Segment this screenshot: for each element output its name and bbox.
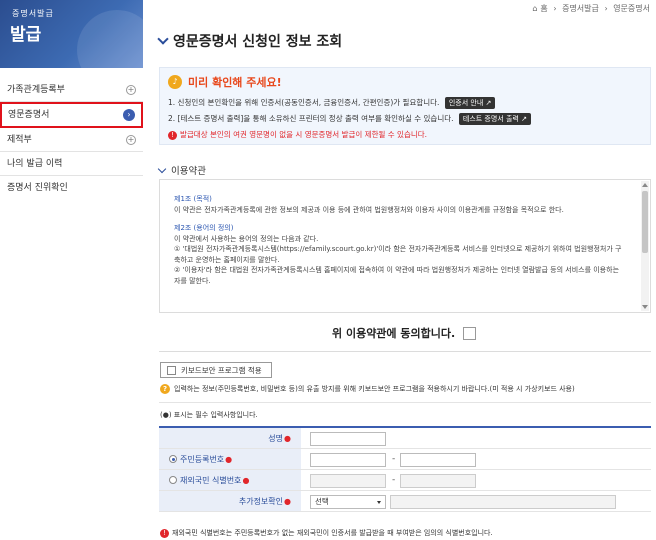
terms-article-2-title: 제2조 (용어의 정의) bbox=[174, 224, 234, 232]
rrn-label[interactable]: 주민등록번호 ● bbox=[159, 449, 301, 469]
sidebar-item-label: 가족관계등록부 bbox=[7, 85, 65, 95]
sidebar-item-label: 증명서 진위확인 bbox=[7, 183, 68, 193]
form-row-extra-info: 추가정보확인 ● 선택 bbox=[159, 491, 651, 512]
terms-article-1-title: 제1조 (목적) bbox=[174, 195, 212, 203]
breadcrumb: ⌂ 홈 › 증명서발급 › 영문증명서 bbox=[529, 3, 650, 14]
warning-icon: ! bbox=[168, 131, 177, 140]
required-mark: ● bbox=[225, 454, 233, 464]
form-row-foreign-id: 재외국민 식별번호 ● - bbox=[159, 470, 651, 491]
test-certificate-print-button[interactable]: 테스트 증명서 출력 ↗ bbox=[458, 113, 531, 125]
applicant-form: 성명 ● 주민등록번호 ● - 재외국민 식별번호 ● - 추가정보확인 ● 선택 bbox=[159, 426, 651, 512]
chevron-right-icon[interactable]: › bbox=[123, 109, 135, 121]
expand-icon[interactable]: + bbox=[126, 135, 136, 145]
keyboard-security-button[interactable]: 키보드보안 프로그램 적용 bbox=[160, 362, 272, 378]
form-row-rrn: 주민등록번호 ● - bbox=[159, 449, 651, 470]
divider bbox=[159, 402, 651, 403]
keyboard-security-checkbox[interactable] bbox=[167, 365, 176, 375]
breadcrumb-separator: › bbox=[553, 4, 557, 13]
terms-scroll-box[interactable]: 제1조 (목적) 이 약관은 전자가족관계등록에 관한 정보의 제공과 이용 등… bbox=[159, 179, 651, 313]
sidebar-item-label: 영문증명서 bbox=[8, 110, 50, 120]
chevron-down-icon bbox=[377, 501, 381, 504]
rrn-label-text: 주민등록번호 bbox=[180, 454, 225, 464]
notice-line-2: 2. [테스트 증명서 출력]을 통해 소유하신 프린터의 정상 출력 여부를 … bbox=[168, 113, 531, 125]
question-icon: ? bbox=[160, 384, 170, 394]
notice-title: 미리 확인해 주세요! bbox=[188, 76, 282, 89]
notice-header: ♪ 미리 확인해 주세요! bbox=[168, 74, 282, 90]
form-row-name: 성명 ● bbox=[159, 428, 651, 449]
required-note: (●) 표시는 필수 입력사항입니다. bbox=[160, 411, 258, 419]
extra-info-select-value: 선택 bbox=[315, 497, 329, 506]
required-mark: ● bbox=[284, 433, 291, 443]
notice-warning: ! 발급대상 본인의 여권 영문명이 없을 시 영문증명서 발급이 제한될 수 있… bbox=[168, 129, 427, 140]
breadcrumb-home[interactable]: 홈 bbox=[540, 4, 547, 13]
sidebar-menu: 가족관계등록부 + 영문증명서 › 제적부 + 나의 발급 이력 증명서 진위확… bbox=[0, 78, 143, 200]
keyboard-security-label: 키보드보안 프로그램 적용 bbox=[181, 365, 262, 375]
foreign-id-label-text: 재외국민 식별번호 bbox=[180, 475, 242, 485]
divider bbox=[159, 351, 651, 352]
banner-decoration bbox=[77, 10, 143, 68]
sidebar-item-label: 제적부 bbox=[7, 135, 32, 145]
banner-subtitle: 증명서발급 bbox=[12, 9, 54, 18]
name-input[interactable] bbox=[310, 432, 386, 446]
sidebar-item-issue-history[interactable]: 나의 발급 이력 bbox=[0, 152, 143, 176]
bell-icon: ♪ bbox=[168, 75, 182, 89]
page-title: 영문증명서 신청인 정보 조회 bbox=[173, 34, 343, 50]
warning-icon: ! bbox=[160, 528, 169, 538]
rrn-radio[interactable] bbox=[169, 455, 177, 463]
keyboard-security-hint: ? 입력하는 정보(주민등록번호, 비밀번호 등)의 유출 방지를 위해 키보드… bbox=[160, 384, 575, 394]
name-label-text: 성명 bbox=[268, 433, 284, 443]
notice-line-1: 1. 신청인의 본인확인을 위해 인증서(공동인증서, 금융인증서, 간편인증)… bbox=[168, 97, 496, 109]
terms-scrollbar[interactable] bbox=[641, 181, 649, 311]
terms-article-2-intro: 이 약관에서 사용하는 용어의 정의는 다음과 같다. bbox=[174, 234, 319, 243]
foreign-id-dash: - bbox=[392, 475, 396, 485]
banner-title: 발급 bbox=[10, 25, 42, 45]
foreign-id-front-input[interactable] bbox=[310, 474, 386, 488]
sidebar-item-certificate-verification[interactable]: 증명서 진위확인 bbox=[0, 176, 143, 200]
terms-content: 제1조 (목적) 이 약관은 전자가족관계등록에 관한 정보의 제공과 이용 등… bbox=[160, 180, 650, 286]
notice-line-1-text: 1. 신청인의 본인확인을 위해 인증서(공동인증서, 금융인증서, 간편인증)… bbox=[168, 98, 440, 107]
extra-info-input[interactable] bbox=[390, 495, 616, 509]
terms-heading: 이용약관 bbox=[159, 163, 206, 177]
terms-article-2-item-2: ② '이용자'라 함은 대법원 전자가족관계등록시스템 홈페이지에 접속하여 이… bbox=[174, 266, 620, 285]
foreign-id-footnote-text: 재외국민 식별번호는 주민등록번호가 없는 재외국민이 인증서를 발급받을 때 … bbox=[172, 529, 493, 537]
foreign-id-back-input[interactable] bbox=[400, 474, 476, 488]
extra-info-select[interactable]: 선택 bbox=[310, 495, 386, 509]
breadcrumb-level2: 영문증명서 bbox=[613, 4, 650, 13]
notice-warning-text: 발급대상 본인의 여권 영문명이 없을 시 영문증명서 발급이 제한될 수 있습… bbox=[180, 130, 428, 139]
scroll-up-icon[interactable] bbox=[642, 183, 648, 187]
notice-box: ♪ 미리 확인해 주세요! 1. 신청인의 본인확인을 위해 인증서(공동인증서… bbox=[159, 67, 651, 145]
scroll-down-icon[interactable] bbox=[642, 305, 648, 309]
expand-icon[interactable]: + bbox=[126, 85, 136, 95]
breadcrumb-level1[interactable]: 증명서발급 bbox=[562, 4, 599, 13]
rrn-back-input[interactable] bbox=[400, 453, 476, 467]
rrn-dash: - bbox=[392, 454, 396, 464]
required-mark: ● bbox=[242, 475, 250, 485]
sidebar: 증명서발급 발급 가족관계등록부 + 영문증명서 › 제적부 + 나의 발급 이… bbox=[0, 0, 143, 540]
terms-agree: 위 이용약관에 동의합니다. bbox=[332, 325, 477, 341]
terms-article-1-body: 이 약관은 전자가족관계등록에 관한 정보의 제공과 이용 등에 관하여 법원행… bbox=[174, 205, 564, 214]
sidebar-item-label: 나의 발급 이력 bbox=[7, 159, 63, 169]
name-label: 성명 ● bbox=[159, 428, 301, 448]
home-icon[interactable]: ⌂ bbox=[532, 4, 537, 13]
sidebar-item-removal-register[interactable]: 제적부 + bbox=[0, 128, 143, 152]
sidebar-item-english-certificate[interactable]: 영문증명서 › bbox=[0, 102, 143, 128]
notice-line-2-text: 2. [테스트 증명서 출력]을 통해 소유하신 프린터의 정상 출력 여부를 … bbox=[168, 114, 454, 123]
rrn-front-input[interactable] bbox=[310, 453, 386, 467]
terms-agree-label: 위 이용약관에 동의합니다. bbox=[332, 327, 456, 340]
keyboard-security-hint-text: 입력하는 정보(주민등록번호, 비밀번호 등)의 유출 방지를 위해 키보드보안… bbox=[174, 385, 575, 393]
extra-info-label-text: 추가정보확인 bbox=[238, 496, 284, 506]
foreign-id-footnote: ! 재외국민 식별번호는 주민등록번호가 없는 재외국민이 인증서를 발급받을 … bbox=[160, 528, 493, 538]
sidebar-item-family-register[interactable]: 가족관계등록부 + bbox=[0, 78, 143, 102]
foreign-id-radio[interactable] bbox=[169, 476, 177, 484]
certificate-guide-button[interactable]: 인증서 안내 ↗ bbox=[444, 97, 496, 109]
terms-article-2-item-1: ① '대법원 전자가족관계등록시스템(https://efamily.scour… bbox=[174, 245, 622, 264]
required-mark: ● bbox=[284, 496, 291, 506]
foreign-id-label[interactable]: 재외국민 식별번호 ● bbox=[159, 470, 301, 490]
sidebar-banner: 증명서발급 발급 bbox=[0, 0, 143, 68]
title-chevron-icon bbox=[157, 33, 169, 45]
scrollbar-thumb[interactable] bbox=[642, 191, 648, 253]
terms-agree-checkbox[interactable] bbox=[463, 326, 477, 340]
breadcrumb-separator: › bbox=[604, 4, 608, 13]
extra-info-label: 추가정보확인 ● bbox=[159, 491, 301, 511]
